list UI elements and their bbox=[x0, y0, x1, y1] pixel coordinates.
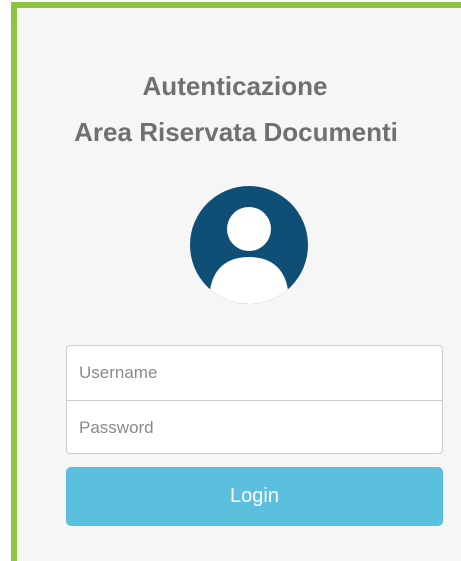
password-field[interactable] bbox=[67, 400, 442, 454]
login-button[interactable]: Login bbox=[66, 467, 443, 526]
user-avatar-icon bbox=[190, 186, 308, 304]
credentials-field-group bbox=[66, 345, 443, 454]
username-field[interactable] bbox=[67, 346, 442, 400]
page-title-line2: Area Riservata Documenti bbox=[74, 117, 398, 147]
page-title-line1: Autenticazione bbox=[142, 71, 328, 101]
login-panel: Autenticazione Area Riservata Documenti … bbox=[11, 2, 461, 561]
user-silhouette-icon bbox=[210, 207, 288, 304]
